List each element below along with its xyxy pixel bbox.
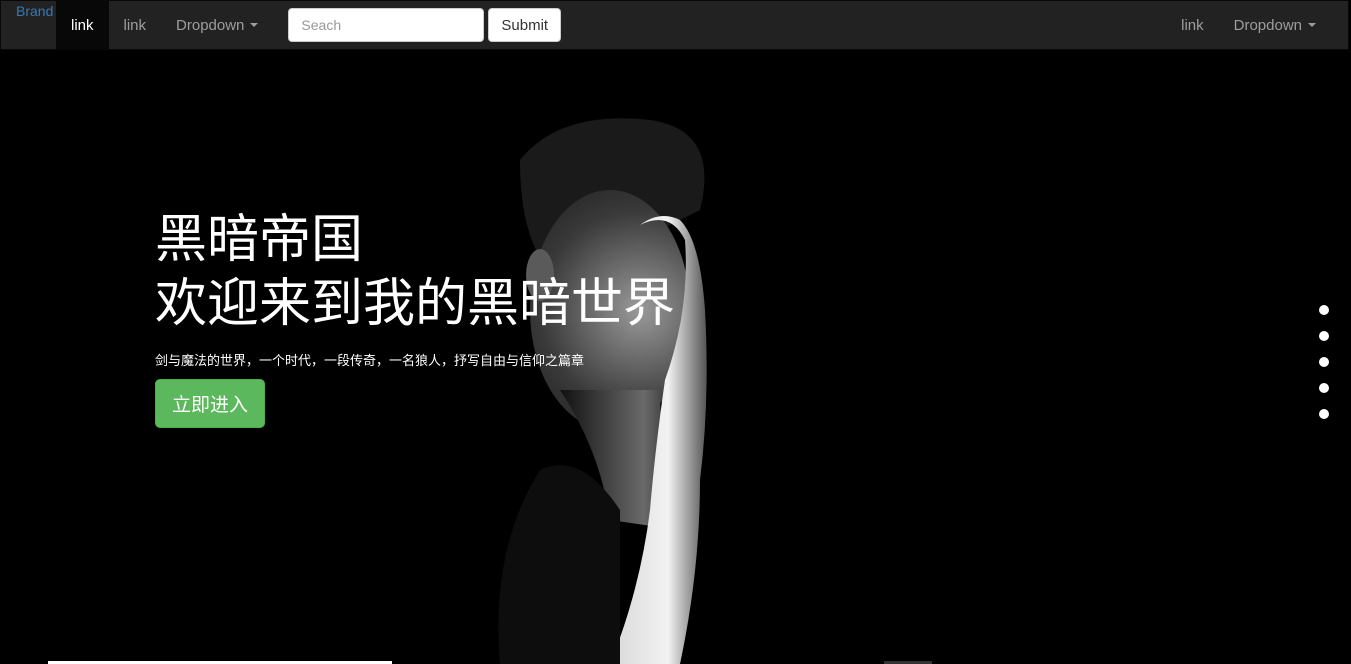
nav-link-1[interactable]: link [56, 1, 109, 49]
top-navbar: Brand link link Dropdown Submit link Dro… [0, 0, 1349, 50]
nav-right: link Dropdown [1166, 1, 1331, 49]
carousel-dot-2[interactable] [1319, 331, 1329, 341]
search-form: Submit [288, 1, 562, 49]
hero-description: 剑与魔法的世界，一个时代，一段传奇，一名狼人，抒写自由与信仰之篇章 [155, 353, 585, 368]
nav-dropdown-left[interactable]: Dropdown [161, 1, 273, 49]
hero-section: 黑暗帝国 欢迎来到我的黑暗世界 剑与魔法的世界，一个时代，一段传奇，一名狼人，抒… [0, 50, 1351, 664]
enter-button[interactable]: 立即进入 [155, 379, 266, 428]
carousel-dot-3[interactable] [1319, 357, 1329, 367]
hero-title: 黑暗帝国 [155, 210, 364, 270]
carousel-indicators [1319, 305, 1329, 419]
search-input[interactable] [288, 8, 485, 42]
carousel-dot-5[interactable] [1319, 409, 1329, 419]
dropdown-label: Dropdown [176, 16, 245, 34]
nav-link-right[interactable]: link [1166, 1, 1219, 49]
brand-link[interactable]: Brand [1, 1, 56, 49]
carousel-dot-4[interactable] [1319, 383, 1329, 393]
nav-dropdown-right[interactable]: Dropdown [1219, 1, 1331, 49]
hero-content: 黑暗帝国 欢迎来到我的黑暗世界 剑与魔法的世界，一个时代，一段传奇，一名狼人，抒… [155, 210, 675, 428]
hero-subtitle: 欢迎来到我的黑暗世界 [155, 274, 676, 334]
nav-link-2[interactable]: link [109, 1, 162, 49]
carousel-dot-1[interactable] [1319, 305, 1329, 315]
dropdown-label: Dropdown [1233, 16, 1302, 34]
caret-down-icon [1308, 23, 1316, 27]
submit-button[interactable]: Submit [488, 8, 562, 42]
caret-down-icon [250, 23, 259, 27]
